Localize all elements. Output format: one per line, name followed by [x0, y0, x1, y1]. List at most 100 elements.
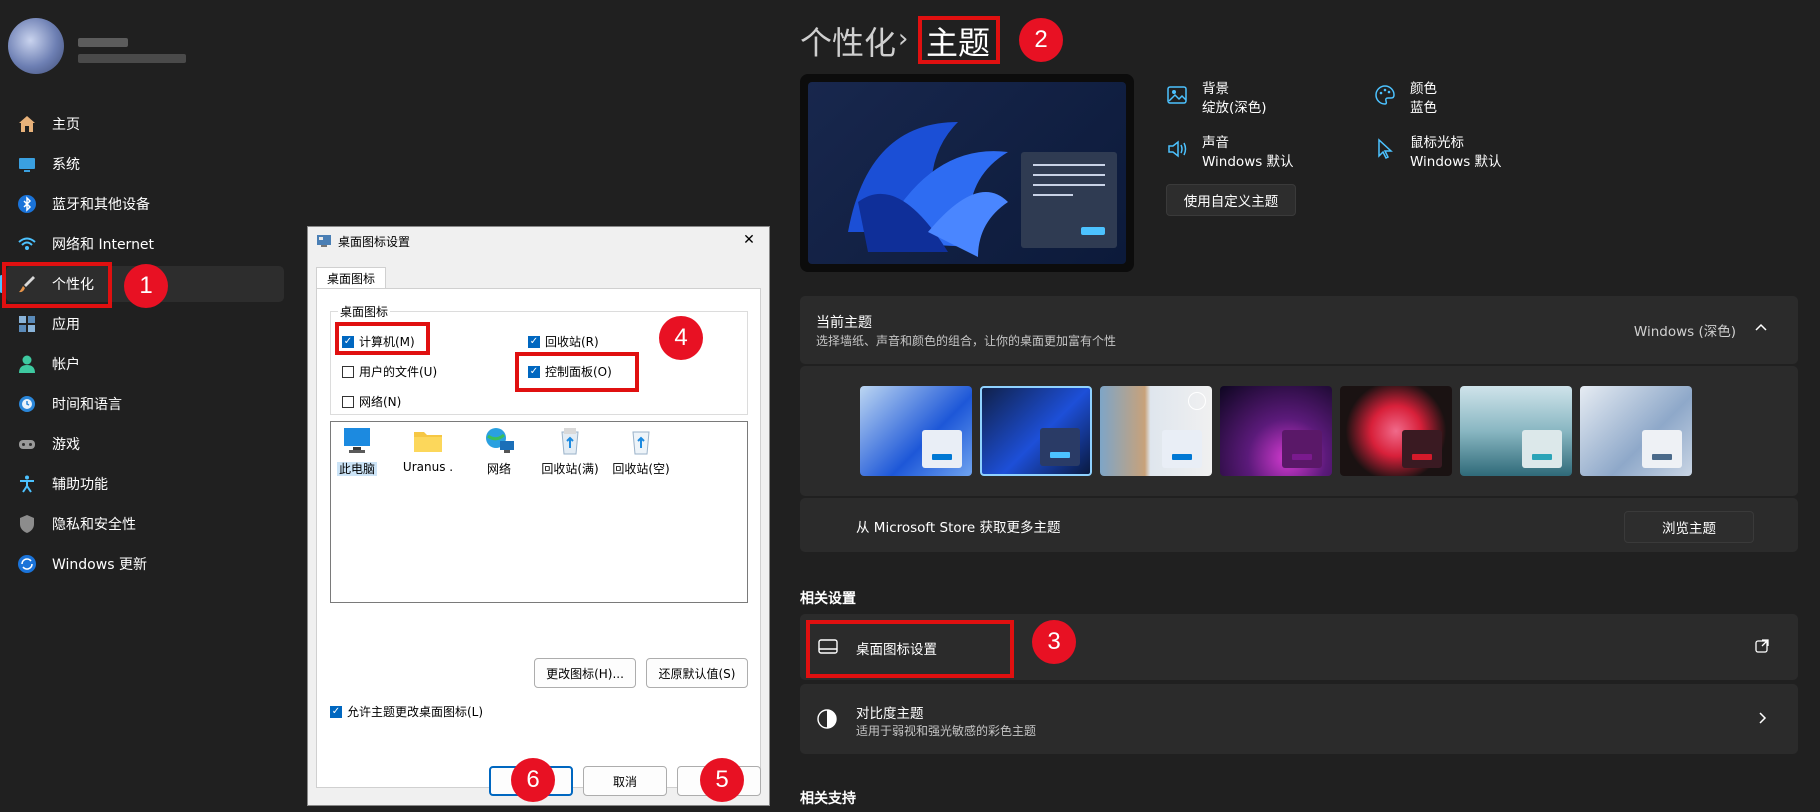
- avatar[interactable]: [8, 18, 64, 74]
- icon-this-pc-label: 此电脑: [336, 462, 377, 476]
- icon-recycle-bin-full[interactable]: 回收站(满): [535, 426, 605, 477]
- annotation-badge-6: 6: [511, 758, 555, 802]
- browse-themes-button[interactable]: 浏览主题: [1624, 511, 1754, 543]
- icon-recycle-bin-empty[interactable]: 回收站(空): [606, 426, 676, 477]
- preview-window: [1021, 152, 1117, 248]
- store-text: 从 Microsoft Store 获取更多主题: [856, 520, 1061, 536]
- current-theme-header[interactable]: 当前主题 选择墙纸、声音和颜色的组合，让你的桌面更加富有个性 Windows (…: [800, 296, 1798, 364]
- clock-globe-icon: [16, 393, 38, 415]
- accessibility-icon: [16, 473, 38, 495]
- current-theme-value: Windows (深色): [1633, 324, 1736, 340]
- user-email-blurred: [78, 54, 186, 63]
- sidebar-item-home[interactable]: 主页: [6, 106, 284, 142]
- cancel-button[interactable]: 取消: [583, 766, 667, 796]
- close-icon[interactable]: ✕: [737, 229, 761, 251]
- speaker-icon: [1166, 138, 1190, 162]
- chevron-up-circle-icon[interactable]: [1188, 392, 1206, 410]
- chevron-right-icon: [1754, 710, 1770, 726]
- sidebar-item-label: 蓝牙和其他设备: [52, 197, 150, 213]
- checkbox-network[interactable]: 网络(N): [342, 393, 401, 410]
- recycle-bin-empty-icon: [624, 426, 658, 456]
- use-custom-theme-button[interactable]: 使用自定义主题: [1166, 184, 1296, 216]
- home-icon: [16, 113, 38, 135]
- tab-desktop-icons[interactable]: 桌面图标: [316, 267, 386, 289]
- icon-recycle-bin-empty-label: 回收站(空): [612, 462, 670, 476]
- network-globe-icon: [482, 426, 516, 456]
- sidebar-item-label: 隐私和安全性: [52, 517, 136, 533]
- sidebar-item-time-language[interactable]: 时间和语言: [6, 386, 284, 422]
- theme-tile-bloom-gray[interactable]: [1580, 386, 1692, 476]
- checkbox-user-files[interactable]: 用户的文件(U): [342, 363, 437, 380]
- apps-icon: [16, 313, 38, 335]
- annotation-badge-1: 1: [124, 264, 168, 308]
- icon-network[interactable]: 网络: [464, 426, 534, 477]
- sidebar-item-gaming[interactable]: 游戏: [6, 426, 284, 462]
- sidebar-item-accounts[interactable]: 帐户: [6, 346, 284, 382]
- icon-this-pc[interactable]: 此电脑: [322, 426, 392, 477]
- gamepad-icon: [16, 433, 38, 455]
- sidebar-item-apps[interactable]: 应用: [6, 306, 284, 342]
- sidebar-item-privacy[interactable]: 隐私和安全性: [6, 506, 284, 542]
- checkbox-user-files-label: 用户的文件(U): [359, 365, 438, 379]
- sidebar-item-system[interactable]: 系统: [6, 146, 284, 182]
- shield-icon: [16, 513, 38, 535]
- current-theme-title: 当前主题: [816, 315, 872, 331]
- change-icon-button[interactable]: 更改图标(H)...: [534, 658, 636, 688]
- theme-preview: [800, 74, 1134, 272]
- icon-recycle-bin-full-label: 回收站(满): [541, 462, 599, 476]
- check-icon: ✓: [330, 705, 342, 718]
- annotation-badge-4: 4: [659, 316, 703, 360]
- dialog-title: 桌面图标设置: [338, 235, 411, 249]
- annotation-box-2: [918, 16, 1000, 64]
- wifi-icon: [16, 233, 38, 255]
- prop-cursor-label: 鼠标光标: [1410, 135, 1464, 151]
- sidebar-item-label: 时间和语言: [52, 397, 122, 413]
- current-theme-desc: 选择墙纸、声音和颜色的组合，让你的桌面更加富有个性: [816, 334, 1117, 348]
- checkbox-recycle-bin[interactable]: ✓ 回收站(R): [528, 333, 599, 350]
- prop-color-label: 颜色: [1410, 81, 1437, 97]
- palette-icon: [1374, 84, 1398, 108]
- dialog-app-icon: [316, 233, 332, 249]
- contrast-themes-title: 对比度主题: [856, 706, 924, 722]
- theme-tile-windows-dark[interactable]: [980, 386, 1092, 476]
- chevron-up-icon[interactable]: [1752, 318, 1770, 336]
- sidebar-item-accessibility[interactable]: 辅助功能: [6, 466, 284, 502]
- theme-tile-sunrise-lake[interactable]: [1460, 386, 1572, 476]
- annotation-badge-3: 3: [1032, 620, 1076, 664]
- theme-tile-flow[interactable]: [1340, 386, 1452, 476]
- theme-tile-captured-motion[interactable]: [1220, 386, 1332, 476]
- annotation-box-control-panel: [515, 352, 639, 392]
- sidebar-item-bluetooth[interactable]: 蓝牙和其他设备: [6, 186, 284, 222]
- sidebar-item-windows-update[interactable]: Windows 更新: [6, 546, 284, 582]
- prop-background-value: 绽放(深色): [1202, 100, 1267, 116]
- bluetooth-icon: [16, 193, 38, 215]
- annotation-box-computer: [335, 322, 430, 355]
- recycle-bin-full-icon: [553, 426, 587, 456]
- prop-sound-value: Windows 默认: [1202, 154, 1294, 170]
- person-icon: [16, 353, 38, 375]
- picture-icon: [1166, 84, 1190, 108]
- sidebar-item-label: 游戏: [52, 437, 80, 453]
- user-name-blurred: [78, 38, 128, 47]
- contrast-themes-row[interactable]: 对比度主题 适用于弱视和强光敏感的彩色主题: [800, 684, 1798, 754]
- check-icon: ✓: [528, 335, 540, 348]
- folder-icon: [411, 426, 445, 456]
- sidebar-item-network[interactable]: 网络和 Internet: [6, 226, 284, 262]
- theme-tile-glow[interactable]: [1100, 386, 1212, 476]
- checkbox-recycle-bin-label: 回收站(R): [545, 335, 599, 349]
- restore-default-button[interactable]: 还原默认值(S): [646, 658, 748, 688]
- desktop-icons-group-label: 桌面图标: [338, 303, 391, 320]
- prop-color-value: 蓝色: [1410, 100, 1437, 116]
- checkbox-allow-themes[interactable]: ✓ 允许主题更改桌面图标(L): [330, 703, 483, 720]
- related-support-heading: 相关支持: [800, 791, 856, 807]
- sidebar-item-label: 主页: [52, 117, 80, 133]
- breadcrumb-parent[interactable]: 个性化: [800, 18, 896, 64]
- icon-network-label: 网络: [486, 462, 511, 476]
- display-icon: [16, 153, 38, 175]
- monitor-icon: [340, 426, 374, 456]
- update-icon: [16, 553, 38, 575]
- theme-tile-windows-light[interactable]: [860, 386, 972, 476]
- sidebar-item-label: 辅助功能: [52, 477, 108, 493]
- contrast-themes-desc: 适用于弱视和强光敏感的彩色主题: [856, 724, 1037, 738]
- icon-user-folder[interactable]: Uranus .: [393, 426, 463, 474]
